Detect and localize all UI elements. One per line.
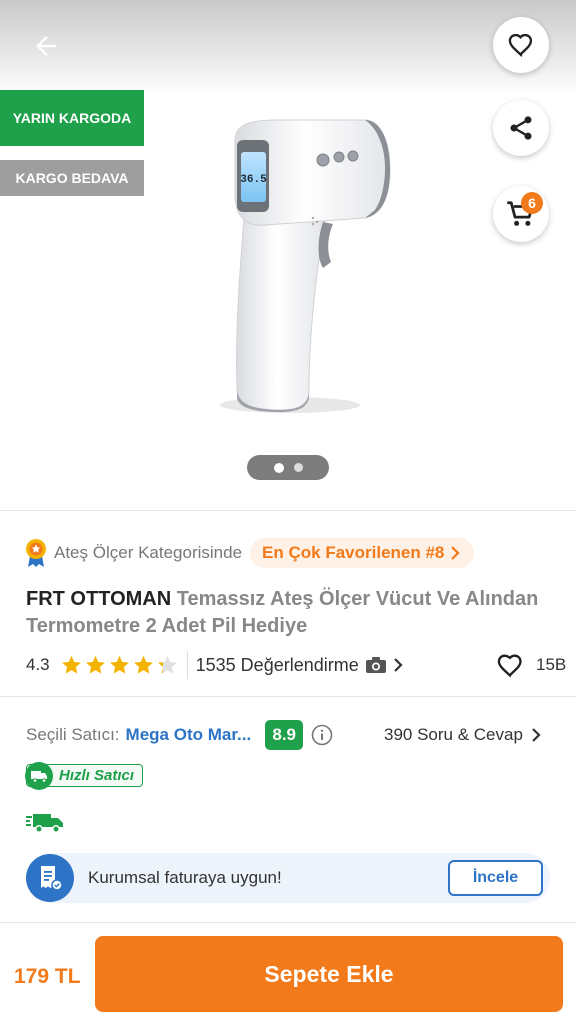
arrow-left-icon <box>36 36 56 56</box>
separator <box>186 651 188 679</box>
reviews-count: 1535 Değerlendirme <box>195 654 359 675</box>
corporate-invoice-text: Kurumsal faturaya uygun! <box>88 868 282 887</box>
star-icon <box>85 655 105 674</box>
rating-row: 4.3 1535 Değerlendirme 15B <box>26 650 566 680</box>
price: 179 TL <box>14 965 81 988</box>
free-shipping-badge: KARGO BEDAVA <box>0 160 144 196</box>
medal-icon <box>26 539 46 567</box>
chevron-right-icon <box>451 546 460 560</box>
product-title: FRT OTTOMAN Temassız Ateş Ölçer Vücut Ve… <box>26 586 556 640</box>
divider <box>0 696 576 697</box>
delivery-badge: YARIN KARGODA <box>0 90 144 146</box>
fast-seller-label: Hızlı Satıcı <box>59 767 135 784</box>
product-gallery[interactable]: 6 YARIN KARGODA KARGO BEDAVA 36.5 <box>0 0 576 510</box>
delivery-truck-row <box>26 812 64 839</box>
cart-button[interactable]: 6 <box>493 186 549 242</box>
category-rank-row[interactable]: Ateş Ölçer Kategorisinde En Çok Favorile… <box>24 538 475 568</box>
star-icon <box>157 655 177 674</box>
seller-row: Seçili Satıcı: Mega Oto Mar... 8.9 390 S… <box>26 720 556 750</box>
chevron-right-icon <box>532 728 541 742</box>
star-icon <box>61 655 81 674</box>
svg-text:36.5: 36.5 <box>240 174 267 186</box>
cart-count-badge: 6 <box>521 192 543 214</box>
qa-link[interactable]: 390 Soru & Cevap <box>384 720 541 750</box>
pager-dot[interactable] <box>293 463 303 472</box>
inspect-button[interactable]: İncele <box>448 860 543 896</box>
seller-label: Seçili Satıcı: <box>26 725 120 744</box>
product-brand[interactable]: FRT OTTOMAN <box>26 588 171 610</box>
truck-icon <box>26 814 63 833</box>
heart-outline-icon <box>508 33 533 58</box>
back-button[interactable] <box>26 26 66 66</box>
heart-outline-icon <box>497 654 522 678</box>
fast-truck-icon <box>25 761 53 790</box>
share-button[interactable] <box>493 100 549 156</box>
chevron-right-icon <box>393 658 403 672</box>
rating-value: 4.3 <box>26 655 50 674</box>
invoice-icon <box>26 854 74 902</box>
header-shade <box>0 0 576 95</box>
category-rank-pill[interactable]: En Çok Favorilenen #8 <box>250 538 475 568</box>
favorites-count[interactable]: 15B <box>496 650 566 680</box>
camera-icon <box>365 657 386 673</box>
favorite-button[interactable] <box>493 17 549 73</box>
add-to-cart-button[interactable]: Sepete Ekle <box>95 936 563 1012</box>
share-icon <box>510 116 532 140</box>
rating-stars[interactable] <box>60 654 179 677</box>
seller-name-link[interactable]: Mega Oto Mar... <box>126 725 252 745</box>
seller-score-badge: 8.9 <box>265 720 304 750</box>
star-icon <box>133 655 153 674</box>
divider <box>0 510 576 511</box>
gallery-pager[interactable] <box>247 455 329 480</box>
corporate-invoice-banner: Kurumsal faturaya uygun! İncele <box>26 853 550 903</box>
reviews-link[interactable]: 1535 Değerlendirme <box>196 655 403 676</box>
product-image: 36.5 <box>220 119 391 413</box>
qa-label: 390 Soru & Cevap <box>384 725 523 744</box>
pager-dot-active[interactable] <box>273 462 284 473</box>
star-icon <box>109 655 129 674</box>
info-icon[interactable] <box>311 724 333 746</box>
bottom-bar: 179 TL Sepete Ekle <box>0 922 576 1024</box>
category-rank-label: En Çok Favorilenen #8 <box>262 543 445 562</box>
category-text: Ateş Ölçer Kategorisinde <box>54 543 243 562</box>
fast-seller-badge: Hızlı Satıcı <box>25 761 144 790</box>
favorites-value: 15B <box>536 655 567 674</box>
